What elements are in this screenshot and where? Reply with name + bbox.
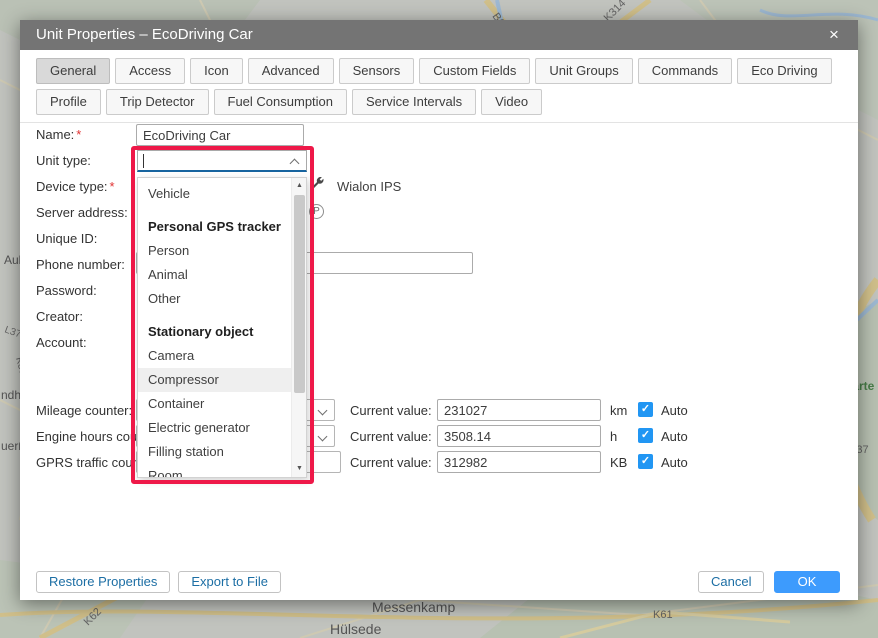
dropdown-item-room[interactable]: Room [138,464,291,478]
engine-hours-unit-label: h [610,429,617,444]
engine-hours-current-value-input[interactable] [437,425,601,447]
gprs-auto-checkbox[interactable] [638,454,653,469]
tab-service-intervals[interactable]: Service Intervals [352,89,476,115]
tabs-row-2: Profile Trip Detector Fuel Consumption S… [36,89,542,115]
dropdown-scrollbar[interactable]: ▲ ▼ [291,178,306,477]
close-icon[interactable]: × [822,20,846,50]
auto-label: Auto [661,455,688,470]
required-asterisk: * [110,179,115,194]
dropdown-item-camera[interactable]: Camera [138,344,291,368]
unit-properties-dialog: Unit Properties – EcoDriving Car × Gener… [20,20,858,600]
dropdown-items: Vehicle Personal GPS tracker Person Anim… [138,182,291,478]
current-value-label: Current value: [350,403,432,418]
dropdown-item-compressor[interactable]: Compressor [138,368,291,392]
dialog-titlebar: Unit Properties – EcoDriving Car × [20,20,858,50]
mileage-counter-label: Mileage counter: [36,403,132,418]
server-address-label: Server address: [36,205,128,220]
ok-button[interactable]: OK [774,571,840,593]
dropdown-item-person[interactable]: Person [138,239,291,263]
tab-unit-groups[interactable]: Unit Groups [535,58,632,84]
cancel-button[interactable]: Cancel [698,571,764,593]
tabs-row-1: General Access Icon Advanced Sensors Cus… [36,58,832,84]
tab-custom-fields[interactable]: Custom Fields [419,58,530,84]
chevron-up-icon[interactable] [290,159,300,169]
unit-type-dropdown-list: Vehicle Personal GPS tracker Person Anim… [137,177,307,478]
current-value-label: Current value: [350,429,432,444]
name-input[interactable] [136,124,304,146]
dropdown-item-other[interactable]: Other [138,287,291,311]
tab-commands[interactable]: Commands [638,58,732,84]
creator-label: Creator: [36,309,83,324]
scroll-up-icon[interactable]: ▲ [292,179,307,193]
tab-profile[interactable]: Profile [36,89,101,115]
dropdown-item-container[interactable]: Container [138,392,291,416]
auto-label: Auto [661,429,688,444]
phone-number-label: Phone number: [36,257,125,272]
restore-properties-button[interactable]: Restore Properties [36,571,170,593]
password-label: Password: [36,283,97,298]
dropdown-item-filling-station[interactable]: Filling station [138,440,291,464]
tab-advanced[interactable]: Advanced [248,58,334,84]
footer-left-buttons: Restore Properties Export to File [36,571,281,593]
tab-fuel-consumption[interactable]: Fuel Consumption [214,89,348,115]
screen: B6 K314 Auh L37 K30 ndh uerß garte A37 M… [0,0,878,638]
p-badge-icon: P [309,204,324,219]
footer-right-buttons: Cancel OK [698,571,840,593]
tab-icon[interactable]: Icon [190,58,243,84]
dropdown-item-vehicle[interactable]: Vehicle [138,182,291,206]
required-asterisk: * [76,127,81,142]
mileage-current-value-input[interactable] [437,399,601,421]
device-type-label: Device type:* [36,179,115,194]
export-to-file-button[interactable]: Export to File [178,571,281,593]
unit-type-combobox[interactable] [137,150,307,172]
gprs-unit-label: KB [610,455,627,470]
tab-sensors[interactable]: Sensors [339,58,415,84]
mileage-auto-checkbox[interactable] [638,402,653,417]
gprs-current-value-input[interactable] [437,451,601,473]
dropdown-item-electric-generator[interactable]: Electric generator [138,416,291,440]
engine-hours-auto-checkbox[interactable] [638,428,653,443]
dialog-title: Unit Properties – EcoDriving Car [36,26,253,43]
device-type-value[interactable]: Wialon IPS [337,179,401,194]
tabs-separator [20,122,858,123]
chevron-down-icon [318,406,328,416]
tab-trip-detector[interactable]: Trip Detector [106,89,209,115]
text-caret [143,154,144,168]
unique-id-label: Unique ID: [36,231,97,246]
current-value-label: Current value: [350,455,432,470]
tab-general[interactable]: General [36,58,110,84]
dropdown-group-personal-gps-tracker: Personal GPS tracker [138,215,291,239]
mileage-unit-label: km [610,403,627,418]
wrench-icon [310,177,325,192]
tab-access[interactable]: Access [115,58,185,84]
unit-type-label: Unit type: [36,153,91,168]
scroll-down-icon[interactable]: ▼ [292,462,307,476]
dropdown-group-stationary-object: Stationary object [138,320,291,344]
scrollbar-thumb[interactable] [294,195,305,393]
chevron-down-icon [318,432,328,442]
auto-label: Auto [661,403,688,418]
tab-video[interactable]: Video [481,89,542,115]
dropdown-item-animal[interactable]: Animal [138,263,291,287]
name-label: Name:* [36,127,81,142]
account-label: Account: [36,335,87,350]
tab-eco-driving[interactable]: Eco Driving [737,58,831,84]
